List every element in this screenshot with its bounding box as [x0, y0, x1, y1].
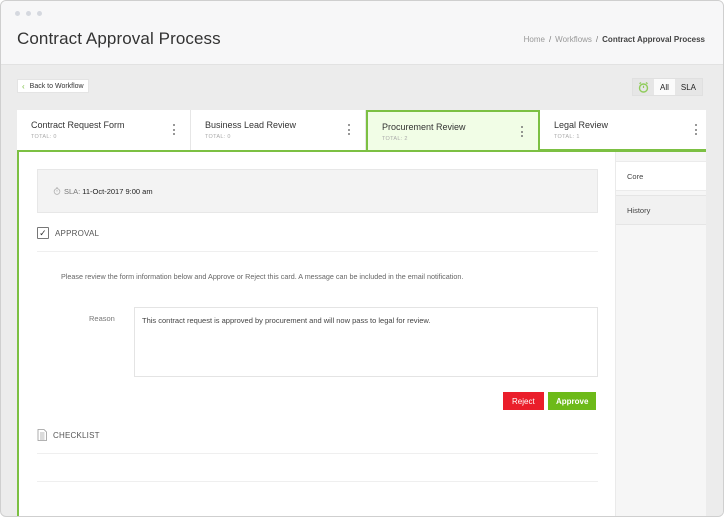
back-to-workflow-label: Back to Workflow [29, 82, 84, 90]
stage-title: Legal Review [554, 120, 609, 130]
checklist-icon [37, 429, 47, 441]
divider [37, 453, 598, 454]
breadcrumb-home[interactable]: Home [524, 35, 545, 44]
title-bar: Contract Approval Process Home / Workflows… [1, 1, 723, 65]
card-detail-panel: SLA: 11-Oct-2017 9:00 am ✓ APPROVAL Plea… [17, 150, 708, 516]
approval-heading: APPROVAL [55, 228, 100, 238]
stage-total: TOTAL: 2 [382, 136, 408, 142]
checkbox-checked-icon: ✓ [37, 227, 49, 239]
window-controls [15, 11, 42, 16]
stopwatch-icon [53, 187, 61, 195]
approve-button[interactable]: Approve [548, 392, 597, 410]
approval-instructions: Please review the form information below… [61, 272, 464, 281]
kebab-menu-icon[interactable] [173, 124, 176, 135]
window-dot-minimize[interactable] [26, 11, 31, 16]
stage-title: Contract Request Form [31, 120, 125, 130]
card-content: SLA: 11-Oct-2017 9:00 am ✓ APPROVAL Plea… [19, 152, 615, 516]
breadcrumb-current: Contract Approval Process [602, 35, 705, 44]
page-title: Contract Approval Process [17, 29, 221, 48]
divider [37, 481, 598, 482]
checklist-heading: CHECKLIST [53, 430, 100, 440]
divider [37, 251, 598, 252]
stage-total: TOTAL: 0 [205, 134, 231, 140]
stage-tab-business-lead-review[interactable]: Business Lead Review TOTAL: 0 [191, 110, 366, 151]
breadcrumb-separator: / [595, 35, 599, 44]
sla-label: SLA: [64, 186, 81, 196]
kebab-menu-icon[interactable] [521, 126, 524, 137]
side-tab-history[interactable]: History [616, 195, 708, 225]
approval-section-header: ✓ APPROVAL [37, 227, 99, 239]
stage-title: Procurement Review [382, 122, 466, 132]
stage-title: Business Lead Review [205, 120, 297, 130]
stopwatch-icon [638, 82, 649, 93]
stage-total: TOTAL: 1 [554, 134, 580, 140]
reason-label: Reason [89, 314, 115, 323]
reject-button[interactable]: Reject [503, 392, 544, 410]
sla-banner: SLA: 11-Oct-2017 9:00 am [37, 169, 598, 213]
stage-total: TOTAL: 0 [31, 134, 57, 140]
side-tab-bar: Core History [615, 152, 708, 516]
kebab-menu-icon[interactable] [695, 124, 698, 135]
app-window: Contract Approval Process Home / Workflows… [0, 0, 724, 517]
reason-input[interactable]: This contract request is approved by pro… [134, 307, 598, 377]
breadcrumb: Home / Workflows / Contract Approval Process [524, 35, 705, 44]
window-dot-maximize[interactable] [37, 11, 42, 16]
stage-tabs: Contract Request Form TOTAL: 0 Business … [17, 110, 706, 152]
stage-tab-contract-request-form[interactable]: Contract Request Form TOTAL: 0 [17, 110, 191, 151]
window-dot-close[interactable] [15, 11, 20, 16]
breadcrumb-workflows[interactable]: Workflows [555, 35, 592, 44]
filter-sla-button[interactable]: SLA [675, 79, 702, 95]
stage-tab-legal-review[interactable]: Legal Review TOTAL: 1 [540, 110, 706, 151]
stage-tab-procurement-review[interactable]: Procurement Review TOTAL: 2 [366, 110, 540, 152]
sla-timer-button[interactable] [633, 79, 654, 95]
right-gutter [706, 65, 723, 516]
filter-toggle-group: All SLA [631, 78, 703, 96]
filter-all-button[interactable]: All [653, 79, 675, 95]
side-tab-core[interactable]: Core [616, 161, 708, 191]
checklist-section-header: CHECKLIST [37, 429, 100, 441]
sla-value: 11-Oct-2017 9:00 am [82, 186, 153, 196]
chevron-left-icon: ‹ [22, 81, 25, 91]
back-to-workflow-button[interactable]: ‹ Back to Workflow [17, 79, 89, 93]
kebab-menu-icon[interactable] [348, 124, 351, 135]
breadcrumb-separator: / [548, 35, 552, 44]
